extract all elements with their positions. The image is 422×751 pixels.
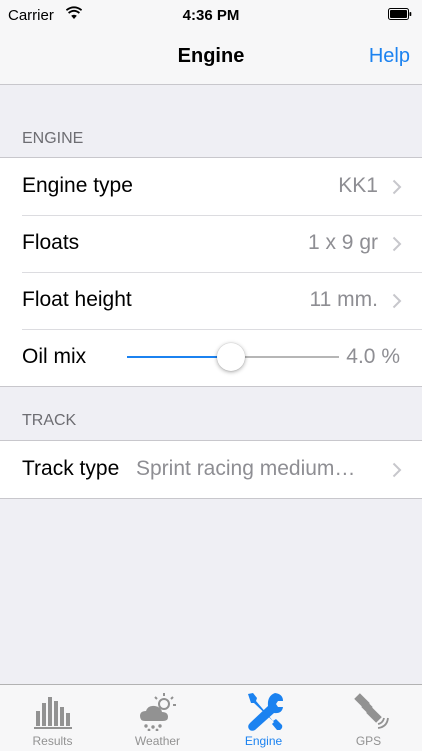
help-button[interactable]: Help: [369, 45, 410, 68]
track-group: Track type Sprint racing medium…: [0, 440, 422, 499]
tab-results-label: Results: [32, 734, 73, 748]
tab-gps[interactable]: GPS: [316, 685, 421, 751]
track-type-label: Track type: [22, 457, 120, 480]
navigation-bar: Engine Help: [0, 30, 422, 85]
chevron-right-icon: [392, 293, 402, 309]
float-height-value: 11 mm.: [309, 288, 378, 311]
tab-weather-label: Weather: [134, 734, 181, 748]
battery-icon: [388, 8, 412, 20]
track-type-row[interactable]: Track type Sprint racing medium…: [0, 441, 422, 498]
floats-value: 1 x 9 gr: [307, 231, 378, 254]
chevron-right-icon: [392, 462, 402, 478]
wrench-screwdriver-icon: [248, 693, 283, 731]
oil-mix-slider-thumb[interactable]: [217, 343, 245, 371]
track-type-value: Sprint racing medium…: [136, 457, 356, 480]
engine-type-value: KK1: [338, 174, 378, 197]
status-bar: Carrier 4:36 PM: [0, 0, 422, 30]
chevron-right-icon: [392, 179, 402, 195]
engine-type-row[interactable]: Engine type KK1: [0, 158, 422, 215]
chevron-right-icon: [392, 236, 402, 252]
tab-results[interactable]: Results: [0, 685, 105, 751]
floats-label: Floats: [22, 231, 80, 254]
section-header-engine: ENGINE: [22, 130, 84, 147]
float-height-label: Float height: [22, 288, 132, 311]
engine-group: Engine type KK1 Floats 1 x 9 gr Float he…: [0, 157, 422, 387]
tab-engine[interactable]: Engine: [211, 685, 316, 751]
weather-icon: [140, 693, 176, 731]
page-title: Engine: [177, 45, 245, 67]
oil-mix-row: Oil mix 4.0 %: [0, 329, 422, 386]
floats-row[interactable]: Floats 1 x 9 gr: [0, 215, 422, 272]
tab-engine-label: Engine: [244, 734, 283, 748]
bar-chart-icon: [34, 697, 72, 729]
section-header-track: TRACK: [22, 412, 77, 429]
status-time: 4:36 PM: [182, 7, 240, 24]
oil-mix-value: 4.0 %: [346, 345, 400, 368]
tab-bar: Results Weather Engine GPS: [0, 684, 422, 751]
oil-mix-label: Oil mix: [22, 345, 87, 368]
oil-mix-slider[interactable]: [127, 343, 339, 371]
tab-gps-label: GPS: [355, 734, 382, 748]
satellite-icon: [354, 693, 389, 729]
float-height-row[interactable]: Float height 11 mm.: [0, 272, 422, 329]
engine-type-label: Engine type: [22, 174, 133, 197]
oil-mix-slider-fill: [127, 356, 231, 358]
tab-weather[interactable]: Weather: [105, 685, 210, 751]
